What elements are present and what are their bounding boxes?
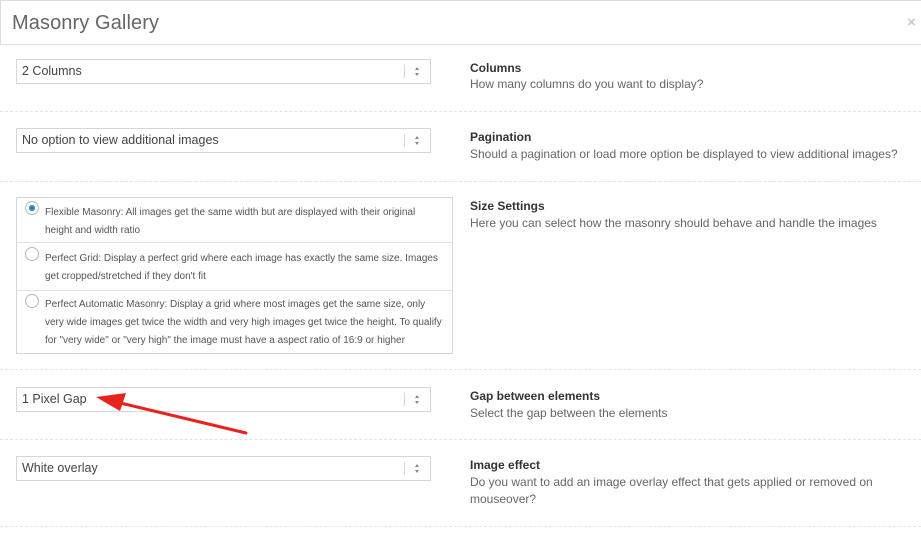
modal-title: Masonry Gallery	[12, 12, 160, 34]
select-arrows-icon	[414, 133, 421, 148]
image-effect-title: Image effect	[470, 458, 541, 472]
modal-header: Masonry Gallery ×	[0, 0, 921, 45]
image-effect-description: Do you want to add an image overlay effe…	[470, 475, 873, 506]
radio-unchecked-icon[interactable]	[25, 247, 39, 261]
size-settings-radio-group: Flexible Masonry: All images get the sam…	[16, 197, 453, 354]
select-arrows-icon	[414, 392, 421, 407]
gap-row: 1 Pixel Gap Gap between elements Select …	[0, 370, 921, 440]
radio-perfect-automatic-masonry[interactable]: Perfect Automatic Masonry: Display a gri…	[17, 291, 452, 353]
image-effect-row: White overlay Image effect Do you want t…	[0, 440, 921, 527]
select-arrows-icon	[414, 461, 421, 476]
gap-select-value: 1 Pixel Gap	[22, 392, 87, 406]
radio-label: Flexible Masonry: All images get the sam…	[45, 207, 416, 236]
radio-perfect-grid[interactable]: Perfect Grid: Display a perfect grid whe…	[17, 243, 452, 291]
radio-unchecked-icon[interactable]	[25, 294, 39, 308]
columns-select-value: 2 Columns	[22, 64, 82, 78]
radio-label: Perfect Automatic Masonry: Display a gri…	[45, 299, 442, 346]
radio-flexible-masonry[interactable]: Flexible Masonry: All images get the sam…	[17, 198, 452, 243]
size-settings-description: Here you can select how the masonry shou…	[470, 216, 877, 230]
gap-title: Gap between elements	[470, 389, 601, 403]
image-effect-select[interactable]: White overlay	[16, 456, 431, 481]
select-separator	[404, 462, 405, 475]
select-separator	[404, 65, 405, 78]
radio-checked-icon[interactable]	[25, 201, 39, 215]
columns-row: 2 Columns Columns How many columns do yo…	[0, 46, 921, 112]
select-arrows-icon	[414, 64, 421, 79]
image-effect-select-value: White overlay	[22, 461, 98, 475]
select-separator	[404, 134, 405, 147]
pagination-title: Pagination	[470, 130, 532, 144]
gap-select[interactable]: 1 Pixel Gap	[16, 387, 431, 412]
columns-title: Columns	[470, 61, 522, 75]
select-separator	[404, 393, 405, 406]
size-settings-title: Size Settings	[470, 199, 545, 213]
gap-description: Select the gap between the elements	[470, 406, 668, 420]
radio-label: Perfect Grid: Display a perfect grid whe…	[45, 253, 438, 282]
pagination-row: No option to view additional images Pagi…	[0, 112, 921, 182]
pagination-select[interactable]: No option to view additional images	[16, 128, 431, 153]
columns-description: How many columns do you want to display?	[470, 77, 704, 91]
close-icon[interactable]: ×	[907, 14, 916, 31]
pagination-select-value: No option to view additional images	[22, 133, 219, 147]
columns-select[interactable]: 2 Columns	[16, 59, 431, 84]
pagination-description: Should a pagination or load more option …	[470, 147, 898, 161]
